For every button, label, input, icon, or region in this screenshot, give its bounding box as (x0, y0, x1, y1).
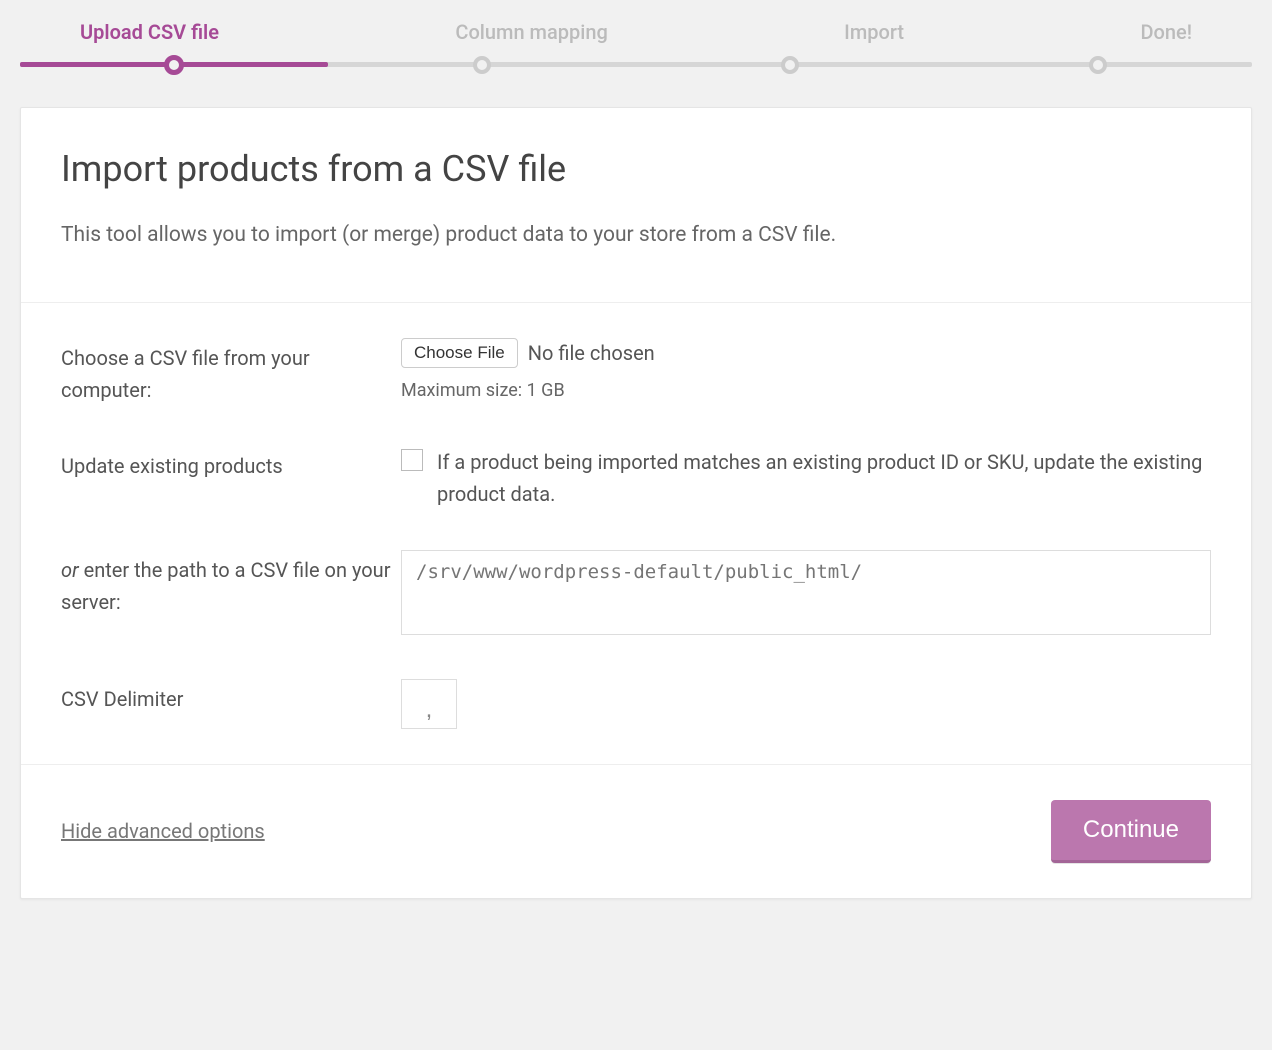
progress-dot-1 (164, 55, 184, 75)
progress-dot-4 (1089, 56, 1107, 74)
row-update-existing: Update existing products If a product be… (61, 446, 1211, 510)
row-choose-file: Choose a CSV file from your computer: Ch… (61, 338, 1211, 406)
step-upload[interactable]: Upload CSV file (80, 20, 219, 44)
row-server-path: or enter the path to a CSV file on your … (61, 550, 1211, 639)
file-status: No file chosen (528, 341, 655, 365)
step-column-mapping: Column mapping (455, 20, 607, 44)
progress-bar: Upload CSV file Column mapping Import Do… (20, 20, 1252, 67)
label-server-path: or enter the path to a CSV file on your … (61, 550, 401, 618)
progress-dot-3 (781, 56, 799, 74)
page-title: Import products from a CSV file (61, 148, 1211, 190)
toggle-advanced-link[interactable]: Hide advanced options (61, 819, 265, 843)
card-body: Choose a CSV file from your computer: Ch… (21, 303, 1251, 765)
card-footer: Hide advanced options Continue (21, 765, 1251, 898)
progress-dot-2 (473, 56, 491, 74)
update-existing-description: If a product being imported matches an e… (437, 446, 1211, 510)
update-existing-checkbox[interactable] (401, 449, 423, 471)
progress-track (20, 62, 1252, 67)
page-subtitle: This tool allows you to import (or merge… (61, 220, 1211, 252)
max-size-hint: Maximum size: 1 GB (401, 380, 1211, 401)
step-import: Import (844, 20, 904, 44)
import-card: Import products from a CSV file This too… (20, 107, 1252, 899)
card-header: Import products from a CSV file This too… (21, 108, 1251, 303)
delimiter-input[interactable] (401, 679, 457, 729)
continue-button[interactable]: Continue (1051, 800, 1211, 863)
choose-file-button[interactable]: Choose File (401, 338, 518, 368)
step-done: Done! (1140, 20, 1192, 44)
server-path-input[interactable] (401, 550, 1211, 635)
label-choose-file: Choose a CSV file from your computer: (61, 338, 401, 406)
label-update-existing: Update existing products (61, 446, 401, 482)
label-delimiter: CSV Delimiter (61, 679, 401, 715)
row-delimiter: CSV Delimiter (61, 679, 1211, 729)
